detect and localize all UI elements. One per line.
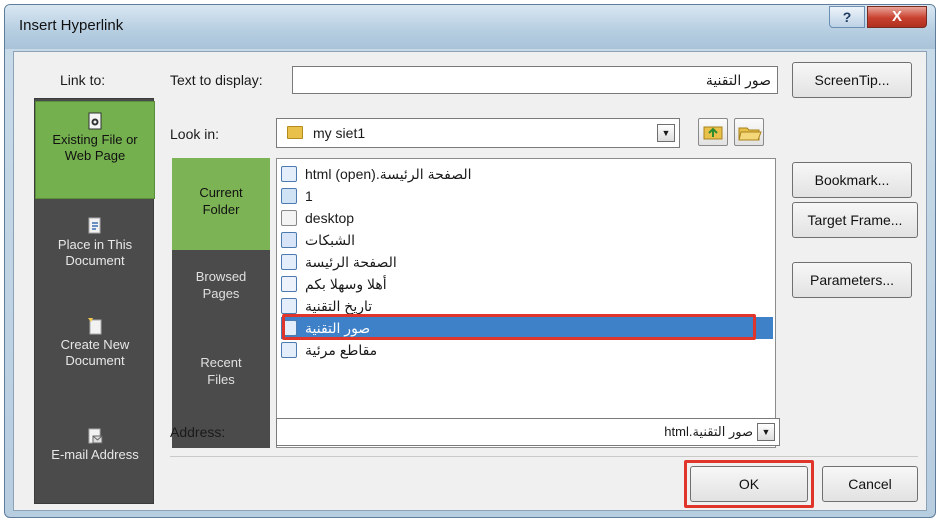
up-folder-icon (703, 126, 723, 140)
html-file-icon (281, 166, 297, 182)
chevron-down-icon[interactable]: ▼ (757, 423, 775, 441)
link-to-existing-file[interactable]: Existing File or Web Page (35, 101, 155, 199)
file-name: الشبكات (305, 231, 356, 248)
place-label-1: Browsed (195, 269, 247, 284)
file-name: الصفحة الرئيسة.html (open) (305, 165, 472, 182)
ok-highlight-box (684, 460, 814, 508)
text-to-display-value: صور التقنية (705, 72, 771, 88)
link-to-label: Link to: (60, 72, 106, 88)
look-in-value: my siet1 (313, 125, 366, 141)
link-to-sidebar: Existing File or Web Page Place in This … (34, 98, 155, 504)
address-value: صور التقنية.html (664, 424, 753, 439)
list-item[interactable]: أهلا وسهلا بكم (281, 273, 773, 295)
selection-highlight-box (282, 314, 756, 340)
text-to-display-input[interactable]: صور التقنية (292, 66, 778, 94)
target-frame-button[interactable]: Target Frame... (792, 202, 918, 238)
list-item[interactable]: الصفحة الرئيسة.html (open) (281, 163, 773, 185)
close-button[interactable]: X (867, 6, 927, 28)
link-item-label-1: E-mail Address (51, 447, 139, 462)
existing-file-icon (88, 112, 102, 130)
html-file-icon (281, 254, 297, 270)
html-file-icon (281, 298, 297, 314)
new-document-icon (88, 318, 102, 335)
up-folder-button[interactable] (698, 118, 728, 146)
email-icon (88, 428, 103, 444)
list-item[interactable]: 1 (281, 185, 773, 207)
file-name: الصفحة الرئيسة (305, 253, 397, 270)
title-bar[interactable]: Insert Hyperlink ? X (5, 5, 935, 49)
bookmark-button[interactable]: Bookmark... (792, 162, 912, 198)
file-list[interactable]: الصفحة الرئيسة.html (open) 1 desktop الش… (276, 158, 776, 448)
list-item[interactable]: مقاطع مرئية (281, 339, 773, 361)
place-label-1: Recent (200, 355, 242, 370)
parameters-button[interactable]: Parameters... (792, 262, 912, 298)
place-label-2: Files (207, 372, 235, 387)
divider (170, 456, 918, 457)
file-name: أهلا وسهلا بكم (305, 275, 387, 292)
link-to-create-new-document[interactable]: Create New Document (35, 317, 155, 397)
screentip-button[interactable]: ScreenTip... (792, 62, 912, 98)
look-in-dropdown[interactable]: my siet1 ▼ (276, 118, 680, 148)
open-folder-icon (738, 127, 762, 141)
file-name: desktop (305, 210, 355, 226)
link-to-place-in-document[interactable]: Place in This Document (35, 217, 155, 297)
settings-file-icon (281, 210, 297, 226)
dialog-client-area: Link to: Existing File or Web Page Place… (13, 51, 927, 511)
link-item-label-2: Document (65, 353, 125, 368)
word-file-icon (281, 232, 297, 248)
address-combo[interactable]: صور التقنية.html ▼ (276, 418, 780, 446)
place-current-folder[interactable]: Current Folder (172, 158, 270, 250)
list-item[interactable]: الصفحة الرئيسة (281, 251, 773, 273)
place-in-document-icon (88, 217, 101, 234)
file-name: مقاطع مرئية (305, 341, 378, 358)
list-item[interactable]: desktop (281, 207, 773, 229)
link-item-label-1: Create New (60, 337, 130, 352)
cancel-button[interactable]: Cancel (822, 466, 918, 502)
address-label: Address: (170, 424, 226, 440)
dialog-title: Insert Hyperlink (19, 17, 124, 34)
list-item[interactable]: الشبكات (281, 229, 773, 251)
link-item-label-1: Existing File or (52, 132, 138, 147)
html-file-icon (281, 342, 297, 358)
link-item-label-2: Web Page (64, 148, 126, 163)
place-label-2: Pages (202, 286, 240, 301)
look-in-places-bar: Current Folder Browsed Pages Recent File… (172, 158, 270, 448)
help-button[interactable]: ? (829, 6, 865, 28)
audio-file-icon (281, 276, 297, 292)
chevron-down-icon[interactable]: ▼ (657, 124, 675, 142)
browse-folder-button[interactable] (734, 118, 764, 146)
insert-hyperlink-dialog: Insert Hyperlink ? X Link to: Existing F… (4, 4, 936, 518)
link-item-label-1: Place in This (57, 237, 133, 252)
image-file-icon (281, 188, 297, 204)
place-browsed-pages[interactable]: Browsed Pages (172, 262, 270, 322)
text-to-display-label: Text to display: (170, 72, 263, 88)
place-recent-files[interactable]: Recent Files (172, 348, 270, 408)
file-name: 1 (305, 188, 313, 204)
place-label-1: Current (199, 185, 243, 200)
folder-icon (287, 126, 303, 139)
link-to-email-address[interactable]: E-mail Address (35, 427, 155, 487)
file-name: تاريخ التقنية (305, 297, 373, 314)
place-label-2: Folder (202, 202, 240, 217)
link-item-label-2: Document (65, 253, 125, 268)
look-in-label: Look in: (170, 126, 220, 142)
